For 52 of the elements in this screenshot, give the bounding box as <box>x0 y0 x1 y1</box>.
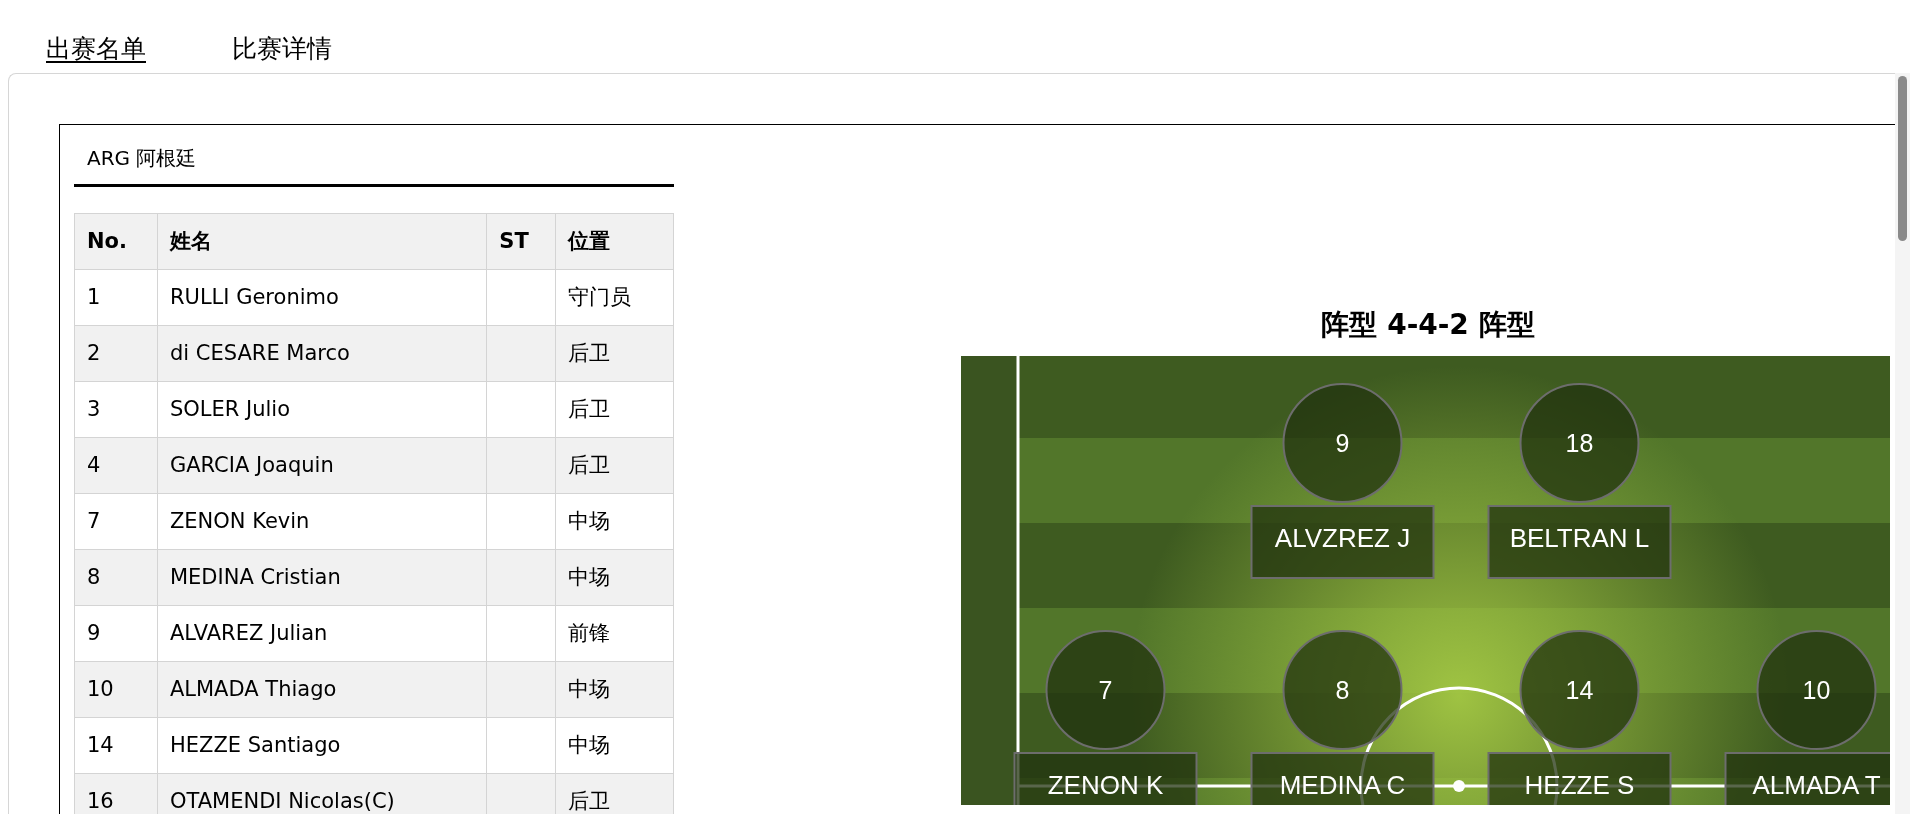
player-name: HEZZE S <box>1524 770 1635 800</box>
column-header: ST <box>486 213 556 270</box>
table-cell: 3 <box>74 381 158 438</box>
player-name: ALVZREZ J <box>1274 523 1411 553</box>
table-cell: 2 <box>74 325 158 382</box>
table-cell: 4 <box>74 437 158 494</box>
player-number: 7 <box>1098 676 1113 704</box>
table-cell: di CESARE Marco <box>157 325 487 382</box>
table-cell: ZENON Kevin <box>157 493 487 550</box>
table-cell: 8 <box>74 549 158 606</box>
table-cell: 9 <box>74 605 158 662</box>
table-cell: ALVAREZ Julian <box>157 605 487 662</box>
tab[interactable]: 比赛详情 <box>232 34 332 62</box>
table-cell: 1 <box>74 269 158 326</box>
table-cell: 守门员 <box>555 269 674 326</box>
table-cell: 后卫 <box>555 325 674 382</box>
table-cell: 16 <box>74 773 158 814</box>
table-cell: 7 <box>74 493 158 550</box>
tab[interactable]: 出赛名单 <box>46 34 146 62</box>
table-cell: SOLER Julio <box>157 381 487 438</box>
table-cell: RULLI Geronimo <box>157 269 487 326</box>
table-cell: 中场 <box>555 661 674 718</box>
player-name: MEDINA C <box>1279 770 1406 800</box>
player-number: 14 <box>1565 676 1594 704</box>
table-cell: 前锋 <box>555 605 674 662</box>
formation-title: 阵型 4-4-2 阵型 <box>1320 307 1536 343</box>
table-cell: 中场 <box>555 549 674 606</box>
table-cell: 中场 <box>555 717 674 774</box>
table-cell: 后卫 <box>555 381 674 438</box>
player-number: 8 <box>1335 676 1350 704</box>
player-name: ZENON K <box>1047 770 1164 800</box>
player-number: 10 <box>1802 676 1831 704</box>
table-cell: 14 <box>74 717 158 774</box>
table-cell: 后卫 <box>555 437 674 494</box>
table-cell: HEZZE Santiago <box>157 717 487 774</box>
scrollbar-thumb[interactable] <box>1898 76 1907 241</box>
table-cell: 10 <box>74 661 158 718</box>
column-header: 位置 <box>555 213 674 270</box>
team-name: ARG 阿根廷 <box>74 139 674 187</box>
column-header: 姓名 <box>157 213 487 270</box>
column-header: No. <box>74 213 158 270</box>
table-cell: GARCIA Joaquin <box>157 437 487 494</box>
table-cell: 后卫 <box>555 773 674 814</box>
table-cell: OTAMENDI Nicolas(C) <box>157 773 487 814</box>
table-cell: 中场 <box>555 493 674 550</box>
player-name: ALMADA T <box>1752 770 1881 800</box>
table-cell: MEDINA Cristian <box>157 549 487 606</box>
scrollbar[interactable] <box>1895 73 1910 814</box>
player-number: 18 <box>1565 429 1594 457</box>
player-number: 9 <box>1335 429 1350 457</box>
table-cell: ALMADA Thiago <box>157 661 487 718</box>
player-name: BELTRAN L <box>1509 523 1650 553</box>
